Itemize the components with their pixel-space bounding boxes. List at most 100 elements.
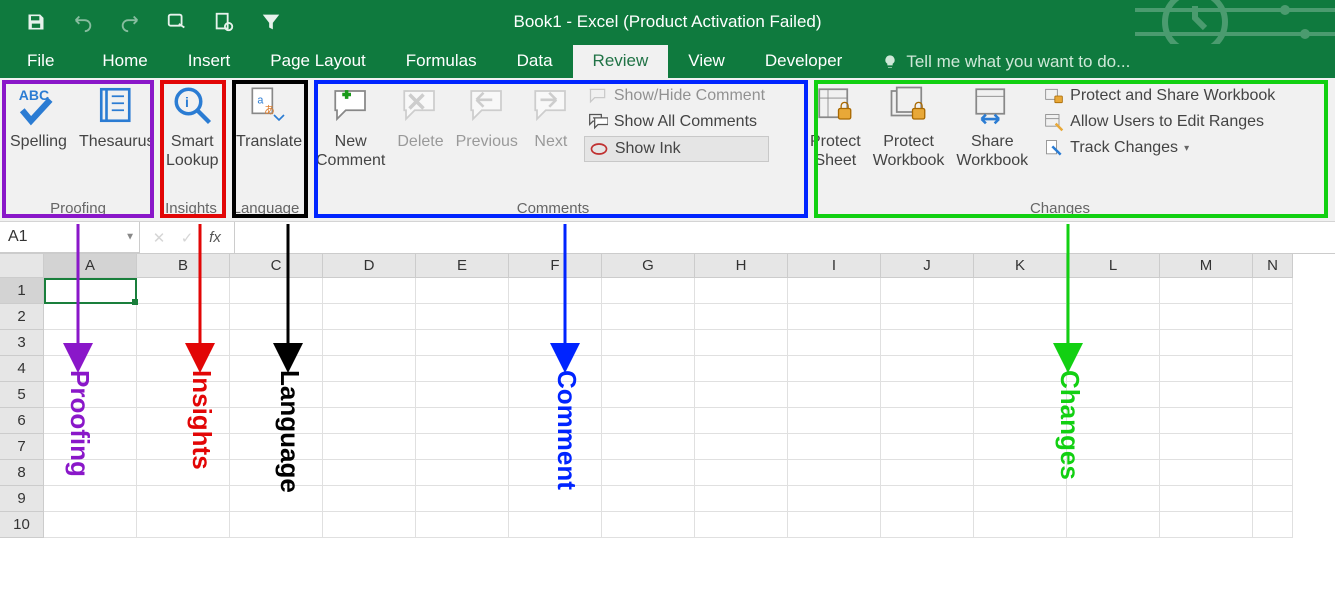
- cell[interactable]: [602, 382, 695, 408]
- cell[interactable]: [788, 278, 881, 304]
- cell[interactable]: [881, 434, 974, 460]
- col-header[interactable]: J: [881, 254, 974, 278]
- cell[interactable]: [881, 278, 974, 304]
- cell[interactable]: [602, 460, 695, 486]
- fx-icon[interactable]: fx: [206, 229, 224, 246]
- cell[interactable]: [1160, 486, 1253, 512]
- cell[interactable]: [602, 330, 695, 356]
- tab-file[interactable]: File: [15, 45, 82, 78]
- cell[interactable]: [788, 304, 881, 330]
- cell[interactable]: [44, 330, 137, 356]
- cell[interactable]: [788, 408, 881, 434]
- cell[interactable]: [1253, 434, 1293, 460]
- cell[interactable]: [788, 330, 881, 356]
- cell[interactable]: [602, 512, 695, 538]
- cell[interactable]: [323, 278, 416, 304]
- cell[interactable]: [1160, 330, 1253, 356]
- cell[interactable]: [323, 460, 416, 486]
- col-header[interactable]: E: [416, 254, 509, 278]
- cell[interactable]: [137, 512, 230, 538]
- row-header[interactable]: 2: [0, 304, 44, 330]
- cell[interactable]: [974, 486, 1067, 512]
- cell[interactable]: [881, 408, 974, 434]
- cell[interactable]: [602, 486, 695, 512]
- col-header[interactable]: A: [44, 254, 137, 278]
- cell[interactable]: [1067, 486, 1160, 512]
- row-header[interactable]: 4: [0, 356, 44, 382]
- row-header[interactable]: 7: [0, 434, 44, 460]
- col-header[interactable]: C: [230, 254, 323, 278]
- col-header[interactable]: M: [1160, 254, 1253, 278]
- thesaurus-button[interactable]: Thesaurus: [73, 80, 161, 151]
- cell[interactable]: [416, 434, 509, 460]
- cell[interactable]: [323, 512, 416, 538]
- cell[interactable]: [602, 434, 695, 460]
- cell[interactable]: [695, 486, 788, 512]
- cell[interactable]: [695, 278, 788, 304]
- share-workbook-button[interactable]: Share Workbook: [950, 80, 1034, 170]
- cell[interactable]: [416, 278, 509, 304]
- namebox-dropdown-icon[interactable]: ▼: [125, 232, 135, 243]
- cell[interactable]: [1160, 460, 1253, 486]
- cell[interactable]: [1160, 382, 1253, 408]
- cell[interactable]: [881, 512, 974, 538]
- cell[interactable]: [974, 512, 1067, 538]
- cell[interactable]: [788, 512, 881, 538]
- cell[interactable]: [602, 304, 695, 330]
- cell[interactable]: [1067, 278, 1160, 304]
- cell[interactable]: [44, 512, 137, 538]
- cell[interactable]: [44, 486, 137, 512]
- cell[interactable]: [416, 486, 509, 512]
- cell[interactable]: [788, 382, 881, 408]
- col-header[interactable]: B: [137, 254, 230, 278]
- cell[interactable]: [509, 278, 602, 304]
- cell[interactable]: [1253, 512, 1293, 538]
- cell[interactable]: [695, 304, 788, 330]
- tab-insert[interactable]: Insert: [168, 45, 251, 78]
- cell[interactable]: [788, 486, 881, 512]
- row-header[interactable]: 10: [0, 512, 44, 538]
- cell[interactable]: [1067, 304, 1160, 330]
- col-header[interactable]: L: [1067, 254, 1160, 278]
- cell[interactable]: [1160, 278, 1253, 304]
- cell[interactable]: [881, 382, 974, 408]
- tab-review[interactable]: Review: [573, 45, 669, 78]
- cell[interactable]: [695, 434, 788, 460]
- cell[interactable]: [416, 460, 509, 486]
- cell[interactable]: [695, 356, 788, 382]
- cell[interactable]: [881, 486, 974, 512]
- cell[interactable]: [1253, 460, 1293, 486]
- cell[interactable]: [323, 356, 416, 382]
- cell[interactable]: [509, 512, 602, 538]
- tab-formulas[interactable]: Formulas: [386, 45, 497, 78]
- cell[interactable]: [1253, 278, 1293, 304]
- spelling-button[interactable]: ABC Spelling: [4, 80, 73, 151]
- cell[interactable]: [881, 356, 974, 382]
- cell[interactable]: [602, 408, 695, 434]
- row-header[interactable]: 9: [0, 486, 44, 512]
- cell[interactable]: [230, 512, 323, 538]
- undo-icon[interactable]: [72, 11, 94, 33]
- formula-input[interactable]: [235, 222, 1335, 253]
- cell[interactable]: [974, 278, 1067, 304]
- cell[interactable]: [695, 460, 788, 486]
- cell[interactable]: [416, 382, 509, 408]
- smart-lookup-button[interactable]: i Smart Lookup: [160, 80, 225, 170]
- tell-me-search[interactable]: Tell me what you want to do...: [862, 46, 1150, 78]
- cell[interactable]: [44, 278, 137, 304]
- cell[interactable]: [230, 330, 323, 356]
- cell[interactable]: [1253, 382, 1293, 408]
- row-header[interactable]: 6: [0, 408, 44, 434]
- row-header[interactable]: 5: [0, 382, 44, 408]
- print-preview-icon[interactable]: [213, 11, 235, 33]
- col-header[interactable]: N: [1253, 254, 1293, 278]
- cell[interactable]: [416, 330, 509, 356]
- protect-workbook-button[interactable]: Protect Workbook: [867, 80, 951, 170]
- cell[interactable]: [137, 278, 230, 304]
- cell[interactable]: [1160, 512, 1253, 538]
- cell[interactable]: [1253, 304, 1293, 330]
- redo-icon[interactable]: [119, 11, 141, 33]
- col-header[interactable]: D: [323, 254, 416, 278]
- cell[interactable]: [1253, 330, 1293, 356]
- protect-sheet-button[interactable]: Protect Sheet: [804, 80, 867, 170]
